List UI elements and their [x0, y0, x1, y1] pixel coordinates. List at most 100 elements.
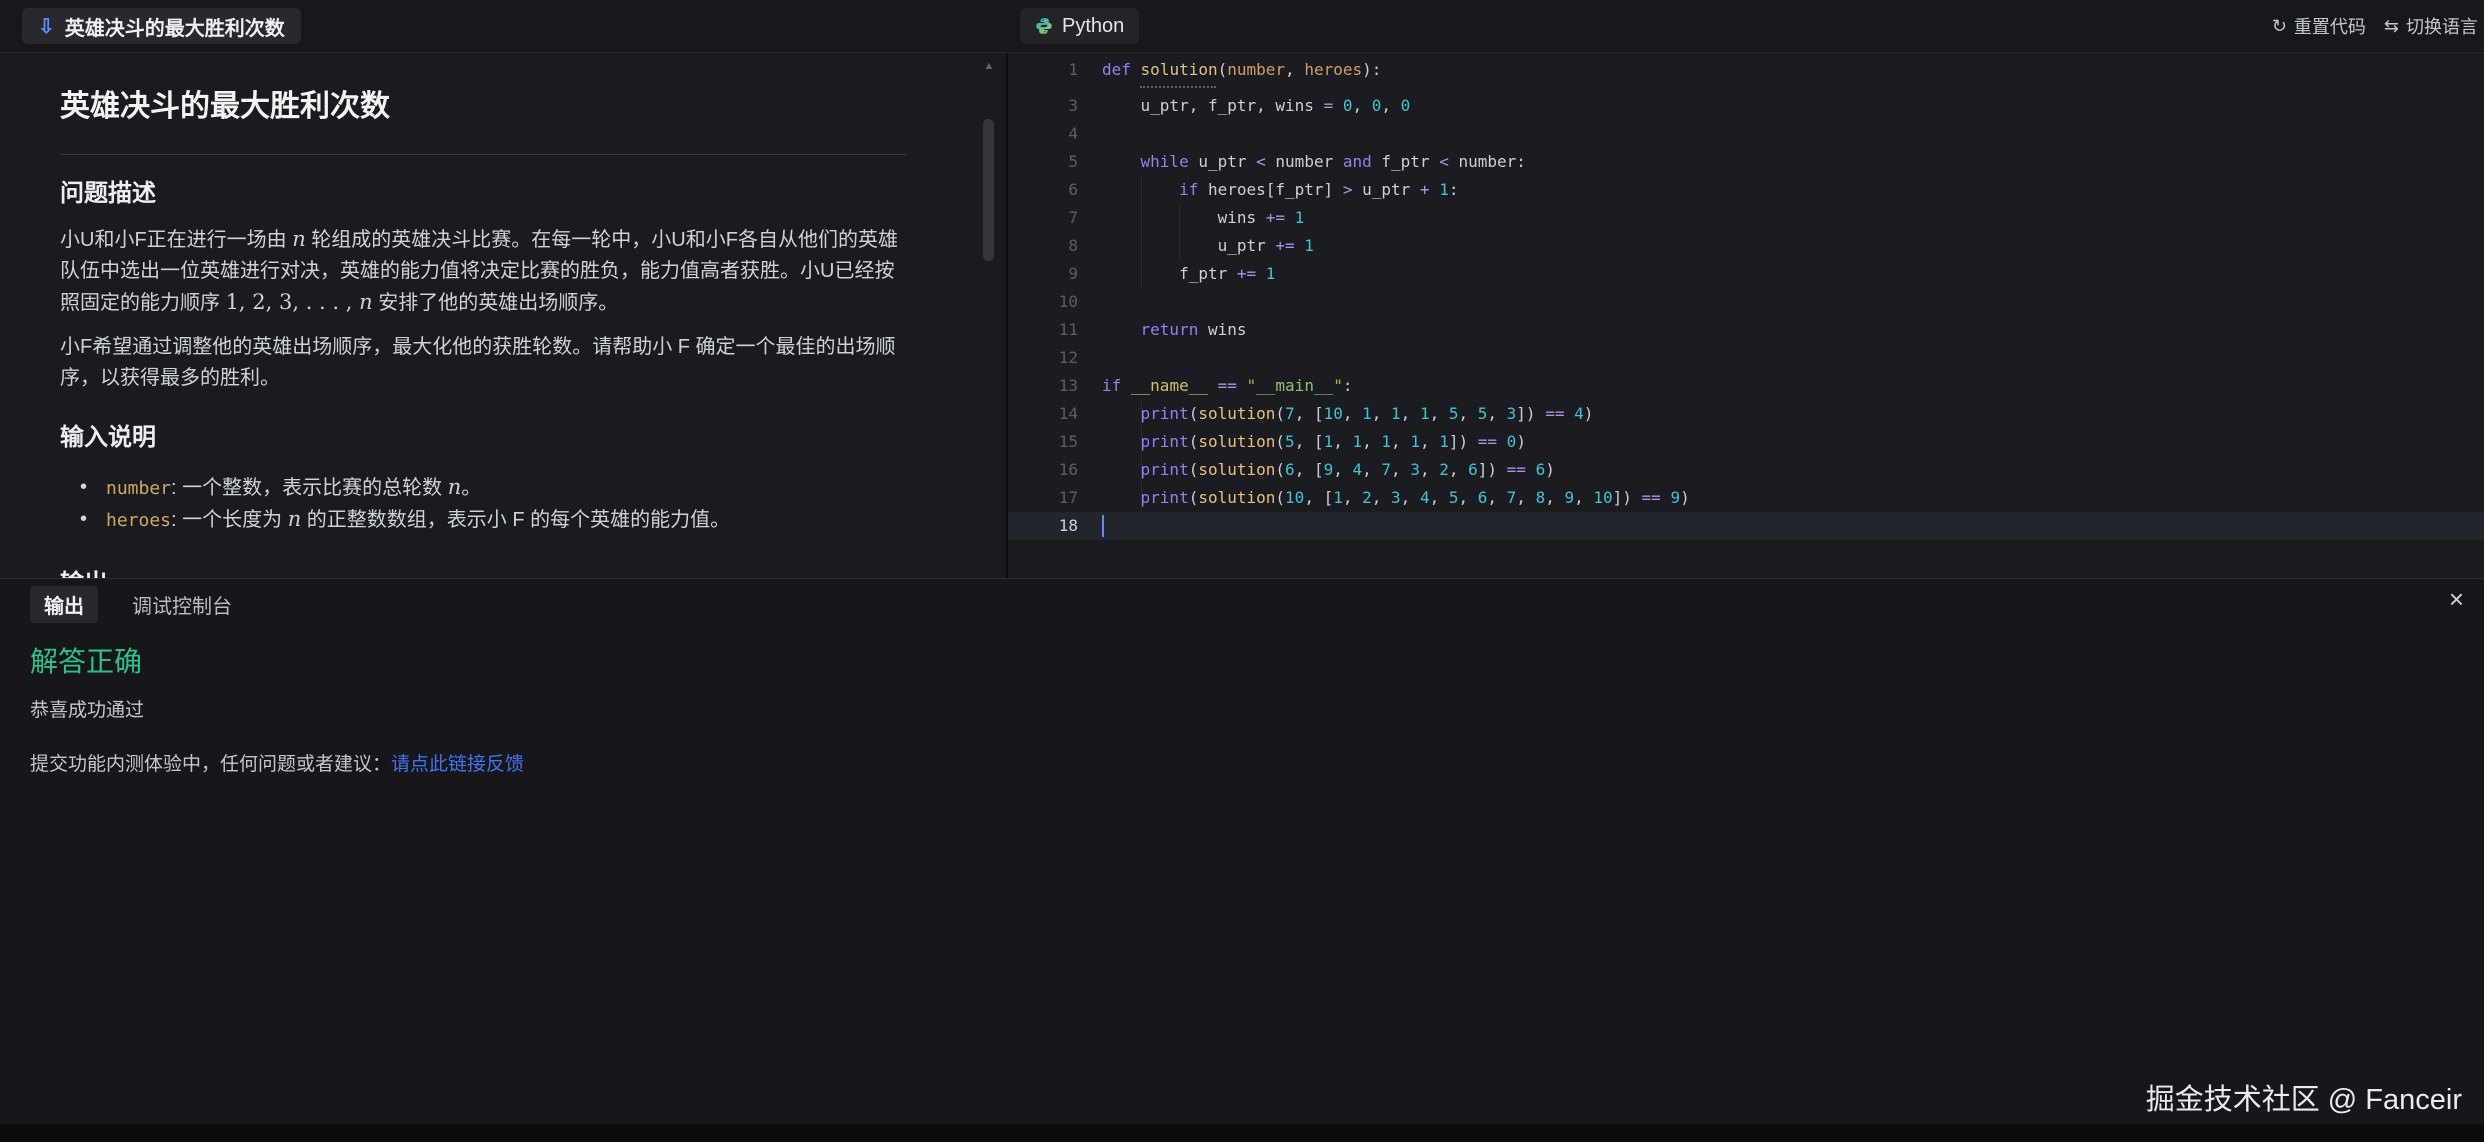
text-segment: : 一个长度为: [171, 509, 288, 531]
tab-output[interactable]: 输出: [30, 586, 98, 623]
text-cursor: [1102, 515, 1104, 537]
problem-panel: 英雄决斗的最大胜利次数 问题描述 小U和小F正在进行一场由 n 轮组成的英雄决斗…: [0, 52, 1006, 578]
output-panel: 输出 调试控制台 × 解答正确 恭喜成功通过 提交功能内测体验中，任何问题或者建…: [0, 578, 2484, 1124]
line-text: while u_ptr < number and f_ptr < number:: [1102, 148, 1526, 176]
language-tab-label: Python: [1062, 15, 1124, 38]
line-text: return wins: [1102, 316, 1247, 344]
code-line-17[interactable]: 17 print(solution(10, [1, 2, 3, 4, 5, 6,…: [1008, 484, 2484, 512]
code-line-14[interactable]: 14 print(solution(7, [10, 1, 1, 1, 5, 5,…: [1008, 400, 2484, 428]
close-icon[interactable]: ×: [2449, 583, 2464, 615]
problem-tab-title: 英雄决斗的最大胜利次数: [65, 12, 285, 41]
feedback-link[interactable]: 请点此链接反馈: [391, 754, 524, 775]
line-text: if __name__ == "__main__":: [1102, 372, 1352, 400]
code-editor-panel[interactable]: 1 def solution(number, heroes): 3 u_ptr, f…: [1006, 52, 2484, 578]
python-icon: [1035, 17, 1053, 35]
code-line-18[interactable]: 18: [1008, 512, 2484, 540]
line-text: print(solution(7, [10, 1, 1, 1, 5, 5, 3]…: [1102, 400, 1593, 428]
code-line-10[interactable]: 10: [1008, 288, 2484, 316]
line-text: def solution(number, heroes):: [1102, 56, 1381, 84]
output-heading-clipped: 输出: [60, 567, 907, 578]
watermark: 掘金技术社区 @ Fanceir: [2146, 1076, 2462, 1118]
input-heading: 输入说明: [60, 421, 907, 455]
problem-scrollbar-thumb[interactable]: [983, 119, 994, 261]
title-divider: [60, 154, 907, 155]
text-segment: n: [292, 227, 306, 251]
code-line-13[interactable]: 13if __name__ == "__main__":: [1008, 372, 2484, 400]
reset-code-button[interactable]: ↻ 重置代码: [2272, 13, 2366, 39]
text-segment: 1, 2, 3, . . . ,: [226, 290, 360, 314]
bullet-item-number: • number: 一个整数，表示比赛的总轮数 n。: [80, 472, 907, 504]
code-line-7[interactable]: 7 wins += 1: [1008, 204, 2484, 232]
code-line-15[interactable]: 15 print(solution(5, [1, 1, 1, 1, 1]) ==…: [1008, 428, 2484, 456]
text-segment: n: [288, 507, 302, 531]
text-segment: heroes: [106, 510, 171, 531]
description-paragraph-2: 小F希望通过调整他的英雄出场顺序，最大化他的获胜轮数。请帮助小 F 确定一个最佳…: [60, 332, 907, 394]
switch-language-label: 切换语言: [2406, 13, 2478, 39]
code-line-4[interactable]: 4: [1008, 120, 2484, 148]
text-segment: number: [106, 478, 171, 499]
line-number: 1: [1008, 56, 1078, 84]
line-number: 9: [1008, 260, 1078, 288]
tab-debug-console[interactable]: 调试控制台: [132, 590, 232, 619]
line-text: wins += 1: [1102, 204, 1304, 232]
line-text: f_ptr += 1: [1102, 260, 1275, 288]
text-segment: 小U和小F正在进行一场由: [60, 229, 292, 251]
line-number: 15: [1008, 428, 1078, 456]
result-status: 解答正确: [30, 640, 2484, 680]
code-line-12[interactable]: 12: [1008, 344, 2484, 372]
code-area: 1 def solution(number, heroes): 3 u_ptr, f…: [1008, 52, 2484, 540]
code-line-8[interactable]: 8 u_ptr += 1: [1008, 232, 2484, 260]
line-number: 17: [1008, 484, 1078, 512]
bullet-icon: •: [80, 472, 106, 504]
line-number: 3: [1008, 92, 1078, 120]
text-segment: : 一个整数，表示比赛的总轮数: [171, 477, 448, 499]
problem-content: 英雄决斗的最大胜利次数 问题描述 小U和小F正在进行一场由 n 轮组成的英雄决斗…: [0, 52, 1006, 578]
text-segment: 安排了他的英雄出场顺序。: [373, 292, 619, 314]
scrollbar-up-arrow-icon[interactable]: ▲: [982, 60, 996, 72]
bullet-icon: •: [80, 504, 106, 536]
code-line-16[interactable]: 16 print(solution(6, [9, 4, 7, 3, 2, 6])…: [1008, 456, 2484, 484]
reset-label: 重置代码: [2294, 13, 2366, 39]
line-number: 6: [1008, 176, 1078, 204]
line-text: print(solution(6, [9, 4, 7, 3, 2, 6]) ==…: [1102, 456, 1555, 484]
code-line-3[interactable]: 3 u_ptr, f_ptr, wins = 0, 0, 0: [1008, 92, 2484, 120]
line-text: print(solution(10, [1, 2, 3, 4, 5, 6, 7,…: [1102, 484, 1690, 512]
problem-tab[interactable]: ⇩ 英雄决斗的最大胜利次数: [22, 8, 301, 44]
fold-indicator: [1140, 86, 1216, 88]
text-segment: 。: [461, 477, 481, 499]
description-paragraph-1: 小U和小F正在进行一场由 n 轮组成的英雄决斗比赛。在每一轮中，小U和小F各自从…: [60, 224, 907, 319]
code-line-9[interactable]: 9 f_ptr += 1: [1008, 260, 2484, 288]
output-tabs: 输出 调试控制台: [30, 588, 2484, 620]
code-line-11[interactable]: 11 return wins: [1008, 316, 2484, 344]
line-text: u_ptr += 1: [1102, 232, 1314, 260]
line-text: u_ptr, f_ptr, wins = 0, 0, 0: [1102, 92, 1410, 120]
line-number: 16: [1008, 456, 1078, 484]
line-text: print(solution(5, [1, 1, 1, 1, 1]) == 0): [1102, 428, 1526, 456]
input-bullet-list: • number: 一个整数，表示比赛的总轮数 n。 • heroes: 一个长…: [60, 472, 907, 536]
text-segment: 小F希望通过调整他的英雄出场顺序，最大化他的获胜轮数。请帮助小 F 确定一个最佳…: [60, 336, 896, 389]
folded-line[interactable]: [1008, 84, 2484, 92]
code-line-5[interactable]: 5 while u_ptr < number and f_ptr < numbe…: [1008, 148, 2484, 176]
feedback-text: 提交功能内测体验中，任何问题或者建议：请点此链接反馈: [30, 749, 2484, 776]
line-number: 8: [1008, 232, 1078, 260]
line-number: 11: [1008, 316, 1078, 344]
bullet-text: number: 一个整数，表示比赛的总轮数 n。: [106, 472, 481, 504]
bottom-status-strip: [0, 1124, 2484, 1142]
switch-language-icon: ⇆: [2384, 16, 2399, 37]
text-segment: 的正整数数组，表示小 F 的每个英雄的能力值。: [301, 509, 730, 531]
code-line-6[interactable]: 6 if heroes[f_ptr] > u_ptr + 1:: [1008, 176, 2484, 204]
line-number: 4: [1008, 120, 1078, 148]
switch-language-button[interactable]: ⇆ 切换语言: [2384, 13, 2478, 39]
download-arrow-icon: ⇩: [38, 14, 55, 39]
line-number: 5: [1008, 148, 1078, 176]
language-tab-python[interactable]: Python: [1020, 8, 1139, 44]
reset-icon: ↻: [2272, 16, 2287, 37]
text-segment: n: [359, 290, 373, 314]
bullet-text: heroes: 一个长度为 n 的正整数数组，表示小 F 的每个英雄的能力值。: [106, 504, 730, 536]
code-line-1[interactable]: 1 def solution(number, heroes):: [1008, 56, 2484, 84]
description-heading: 问题描述: [60, 177, 907, 211]
line-text: if heroes[f_ptr] > u_ptr + 1:: [1102, 176, 1458, 204]
line-number: 12: [1008, 344, 1078, 372]
line-number: 10: [1008, 288, 1078, 316]
line-number: 14: [1008, 400, 1078, 428]
